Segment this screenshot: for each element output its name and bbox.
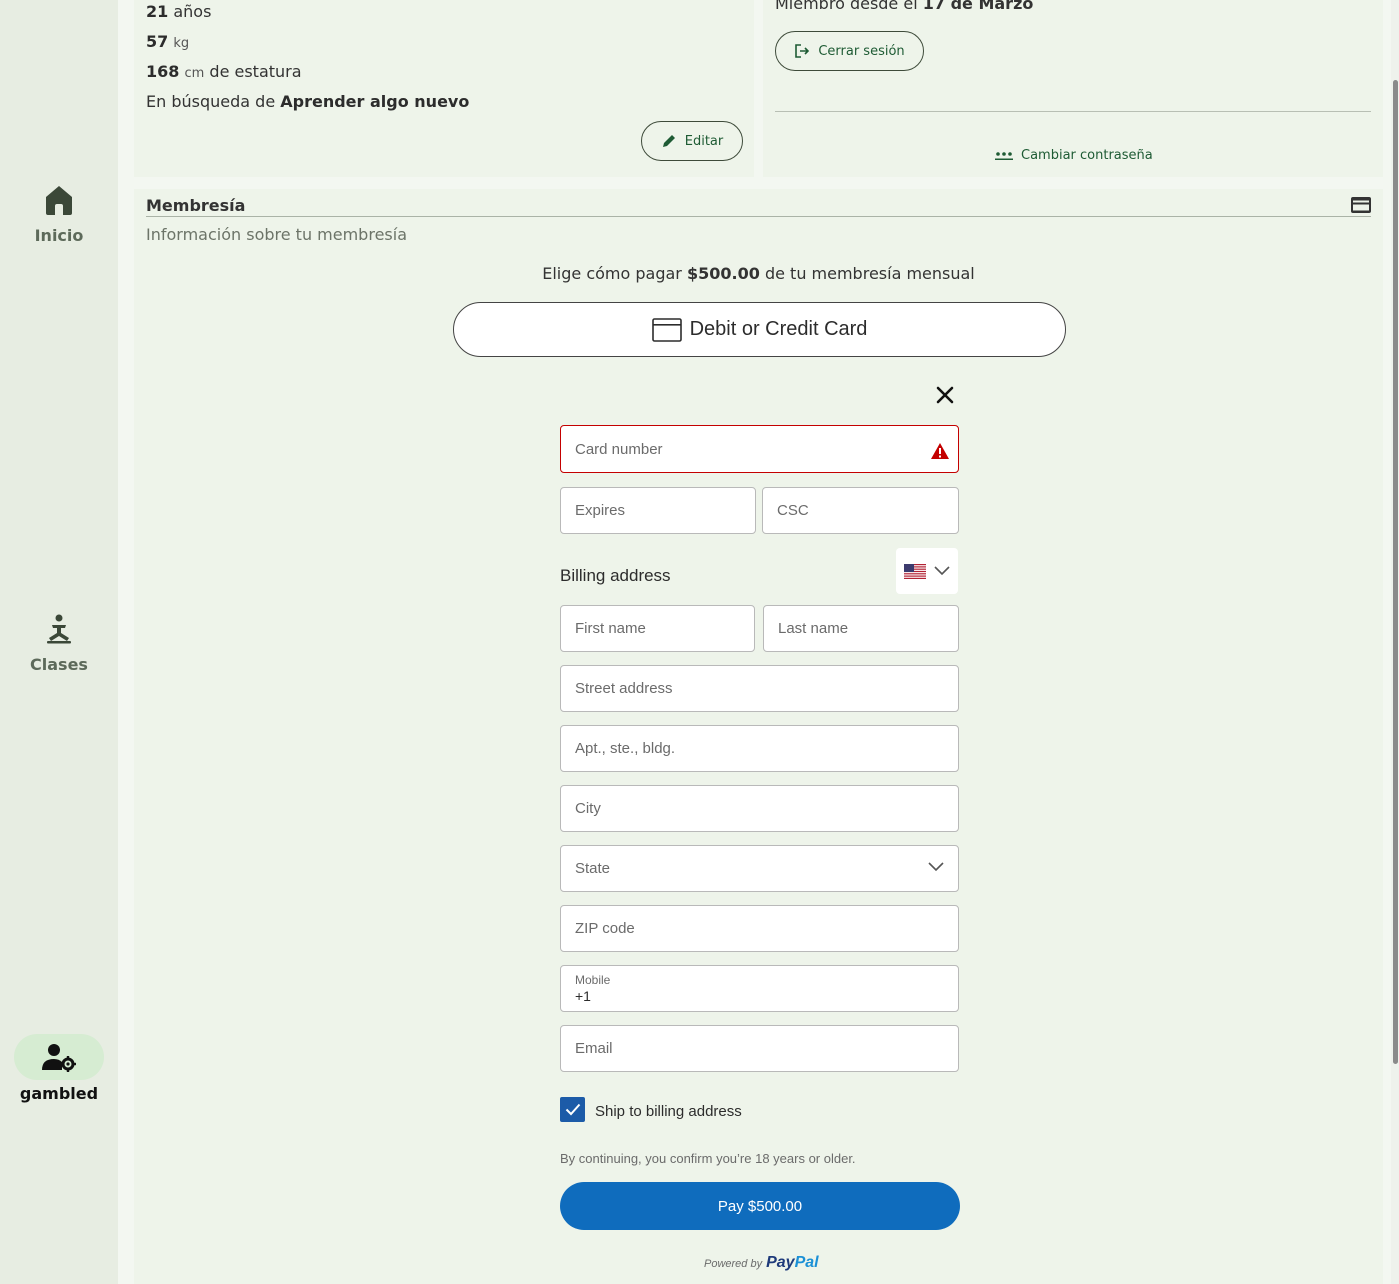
yoga-icon xyxy=(47,614,71,644)
close-icon[interactable] xyxy=(934,384,956,406)
nav-item-home[interactable]: Inicio xyxy=(0,184,118,245)
nav-home-label: Inicio xyxy=(34,226,84,245)
us-flag-icon xyxy=(904,563,926,579)
nav-classes-label: Clases xyxy=(30,655,88,674)
payment-prompt: Elige cómo pagar $500.00 de tu membresía… xyxy=(542,264,975,283)
pay-button[interactable]: Pay $500.00 xyxy=(560,1182,960,1230)
scrollbar-thumb[interactable] xyxy=(1393,80,1398,1064)
user-settings-icon xyxy=(42,1044,76,1072)
email-field[interactable]: Email xyxy=(560,1025,959,1072)
password-dots-icon xyxy=(995,151,1013,160)
checkmark-icon xyxy=(565,1103,580,1116)
home-icon xyxy=(46,186,72,215)
chevron-down-icon xyxy=(934,566,950,576)
warning-icon xyxy=(931,443,949,459)
billing-address-heading: Billing address xyxy=(560,566,671,585)
first-name-field[interactable]: First name xyxy=(560,605,755,652)
card-icon xyxy=(651,317,682,342)
mobile-value: +1 xyxy=(575,987,591,1004)
mobile-label: Mobile xyxy=(575,972,611,987)
apartment-field[interactable]: Apt., ste., bldg. xyxy=(560,725,959,772)
paypal-logo: PayPal xyxy=(766,1254,819,1271)
age-stat: 21 años xyxy=(146,2,212,21)
zip-code-field[interactable]: ZIP code xyxy=(560,905,959,952)
nav-user-label: gambled xyxy=(19,1084,99,1103)
weight-stat: 57 kg xyxy=(146,32,190,51)
height-stat: 168 cm de estatura xyxy=(146,62,302,81)
age-confirmation-text: By continuing, you confirm you’re 18 yea… xyxy=(560,1151,856,1166)
country-selector[interactable] xyxy=(896,548,958,594)
goal-stat: En búsqueda de Aprender algo nuevo xyxy=(146,92,470,111)
user-settings-pill[interactable] xyxy=(14,1034,104,1080)
city-field[interactable]: City xyxy=(560,785,959,832)
state-select[interactable]: State xyxy=(560,845,959,892)
account-card: Miembro desde el 17 de Marzo Cerrar sesi… xyxy=(763,0,1383,177)
logout-button[interactable]: Cerrar sesión xyxy=(775,31,924,71)
street-address-field[interactable]: Street address xyxy=(560,665,959,712)
sidebar: Inicio Clases gambled xyxy=(0,0,118,1284)
card-number-field[interactable]: Card number xyxy=(560,425,959,473)
change-password-link[interactable]: Cambiar contraseña xyxy=(995,148,1153,163)
ship-to-billing-checkbox[interactable] xyxy=(560,1097,585,1122)
membership-subtitle: Información sobre tu membresía xyxy=(146,225,407,244)
membership-title: Membresía xyxy=(146,196,246,215)
powered-by-paypal: Powered by PayPal xyxy=(704,1254,819,1271)
credit-card-icon xyxy=(1351,197,1371,217)
edit-profile-button[interactable]: Editar xyxy=(641,121,743,161)
membership-divider xyxy=(146,216,1371,217)
chevron-down-icon xyxy=(928,862,944,872)
ship-to-billing-label: Ship to billing address xyxy=(595,1103,742,1120)
logout-icon xyxy=(795,44,810,58)
account-divider xyxy=(775,111,1371,112)
pencil-icon xyxy=(662,135,675,147)
profile-card: 21 años 57 kg 168 cm de estatura En búsq… xyxy=(134,0,754,177)
debit-credit-card-button[interactable]: Debit or Credit Card xyxy=(453,302,1066,357)
last-name-field[interactable]: Last name xyxy=(763,605,959,652)
expires-field[interactable]: Expires xyxy=(560,487,756,534)
member-since: Miembro desde el 17 de Marzo xyxy=(775,0,1034,13)
nav-item-classes[interactable]: Clases xyxy=(0,613,118,674)
nav-item-user[interactable]: gambled xyxy=(0,1034,118,1103)
csc-field[interactable]: CSC xyxy=(762,487,959,534)
mobile-field[interactable]: Mobile +1 xyxy=(560,965,959,1012)
